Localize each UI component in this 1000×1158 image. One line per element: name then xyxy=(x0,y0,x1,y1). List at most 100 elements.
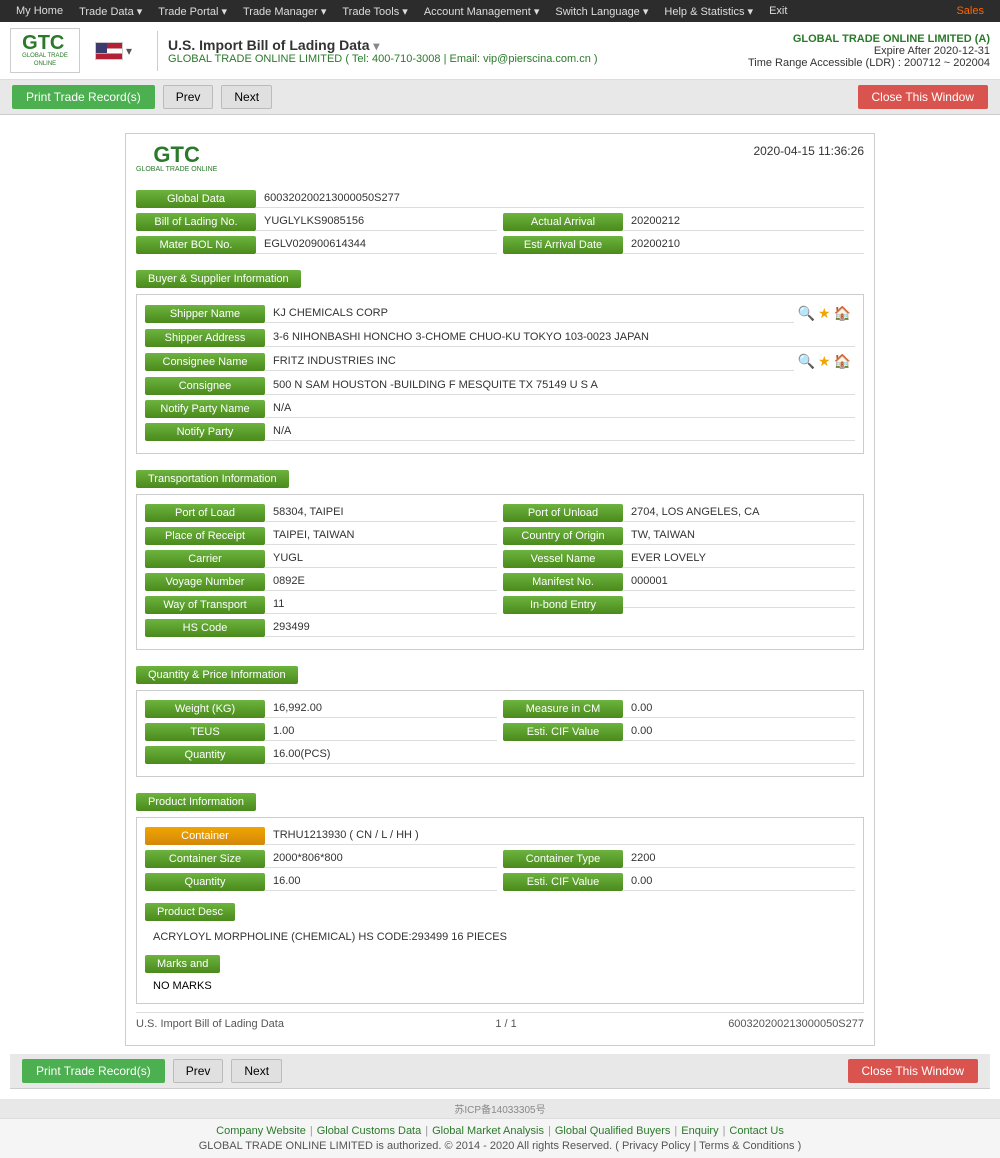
nav-trade-manager[interactable]: Trade Manager ▾ xyxy=(235,2,334,21)
footer-id: 600320200213000050S277 xyxy=(728,1018,864,1030)
way-transport-label: Way of Transport xyxy=(145,596,265,614)
hs-code-label: HS Code xyxy=(145,619,265,637)
mater-bol-label: Mater BOL No. xyxy=(136,236,256,254)
footer-page: 1 / 1 xyxy=(495,1018,516,1030)
notify-party-name-row: Notify Party Name N/A xyxy=(145,399,855,418)
logo-box: GTC GLOBAL TRADEONLINE xyxy=(10,28,80,73)
nav-trade-portal[interactable]: Trade Portal ▾ xyxy=(150,2,235,21)
nav-trade-data[interactable]: Trade Data ▾ xyxy=(71,2,150,21)
footer-link-market[interactable]: Global Market Analysis xyxy=(432,1125,544,1137)
consignee-icons: 🔍 ★ 🏠 xyxy=(794,351,855,372)
header-right: GLOBAL TRADE ONLINE LIMITED (A) Expire A… xyxy=(748,33,990,69)
footer-link-enquiry[interactable]: Enquiry xyxy=(681,1125,718,1137)
footer-link-customs[interactable]: Global Customs Data xyxy=(317,1125,422,1137)
voyage-row: Voyage Number 0892E Manifest No. 000001 xyxy=(145,572,855,591)
consignee-star-icon[interactable]: ★ xyxy=(818,353,831,370)
carrier-row: Carrier YUGL Vessel Name EVER LOVELY xyxy=(145,549,855,568)
main-content: GTC GLOBAL TRADE ONLINE 2020-04-15 11:36… xyxy=(0,115,1000,1099)
voyage-value: 0892E xyxy=(265,572,497,591)
marks-label: Marks and xyxy=(145,955,220,973)
bottom-print-button[interactable]: Print Trade Record(s) xyxy=(22,1059,165,1083)
port-unload-label: Port of Unload xyxy=(503,504,623,522)
shipper-address-value: 3-6 NIHONBASHI HONCHO 3-CHOME CHUO-KU TO… xyxy=(265,328,855,347)
bottom-next-button[interactable]: Next xyxy=(231,1059,282,1083)
container-size-row: Container Size 2000*806*800 Container Ty… xyxy=(145,849,855,868)
container-type-label: Container Type xyxy=(503,850,623,868)
footer-link-contact[interactable]: Contact Us xyxy=(729,1125,783,1137)
nav-sales[interactable]: Sales xyxy=(948,2,992,20)
notify-party-value: N/A xyxy=(265,422,855,441)
shipper-address-row: Shipper Address 3-6 NIHONBASHI HONCHO 3-… xyxy=(145,328,855,347)
voyage-label: Voyage Number xyxy=(145,573,265,591)
container-type-value: 2200 xyxy=(623,849,855,868)
footer-link-buyers[interactable]: Global Qualified Buyers xyxy=(555,1125,671,1137)
measure-cm-value: 0.00 xyxy=(623,699,855,718)
qty-price-section-header: Quantity & Price Information xyxy=(136,666,298,684)
bol-value: YUGLYLKS9085156 xyxy=(256,212,497,231)
bottom-close-button[interactable]: Close This Window xyxy=(848,1059,978,1083)
prev-button[interactable]: Prev xyxy=(163,85,214,109)
manifest-label: Manifest No. xyxy=(503,573,623,591)
home-icon[interactable]: 🏠 xyxy=(834,305,851,322)
port-load-value: 58304, TAIPEI xyxy=(265,503,497,522)
country-origin-value: TW, TAIWAN xyxy=(623,526,855,545)
record-footer: U.S. Import Bill of Lading Data 1 / 1 60… xyxy=(136,1012,864,1035)
nav-exit[interactable]: Exit xyxy=(761,2,795,21)
close-button[interactable]: Close This Window xyxy=(858,85,988,109)
consignee-name-label: Consignee Name xyxy=(145,353,265,371)
search-icon[interactable]: 🔍 xyxy=(798,305,815,322)
bottom-prev-button[interactable]: Prev xyxy=(173,1059,224,1083)
sep4: | xyxy=(674,1125,677,1137)
nav-account[interactable]: Account Management ▾ xyxy=(416,2,548,21)
consignee-name-value: FRITZ INDUSTRIES INC xyxy=(265,352,794,371)
hs-code-row: HS Code 293499 xyxy=(145,618,855,637)
quantity-value: 16.00(PCS) xyxy=(265,745,855,764)
port-load-label: Port of Load xyxy=(145,504,265,522)
record-card: GTC GLOBAL TRADE ONLINE 2020-04-15 11:36… xyxy=(125,133,875,1046)
bottom-toolbar: Print Trade Record(s) Prev Next Close Th… xyxy=(10,1054,990,1089)
nav-language[interactable]: Switch Language ▾ xyxy=(547,2,656,21)
nav-my-home[interactable]: My Home xyxy=(8,2,71,21)
bol-label: Bill of Lading No. xyxy=(136,213,256,231)
product-qty-value: 16.00 xyxy=(265,872,497,891)
sep3: | xyxy=(548,1125,551,1137)
notify-party-name-label: Notify Party Name xyxy=(145,400,265,418)
footer-links: Company Website | Global Customs Data | … xyxy=(6,1125,994,1137)
container-size-value: 2000*806*800 xyxy=(265,849,497,868)
way-transport-value: 11 xyxy=(265,595,497,614)
place-receipt-label: Place of Receipt xyxy=(145,527,265,545)
port-unload-value: 2704, LOS ANGELES, CA xyxy=(623,503,855,522)
footer-type: U.S. Import Bill of Lading Data xyxy=(136,1018,284,1030)
weight-row: Weight (KG) 16,992.00 Measure in CM 0.00 xyxy=(145,699,855,718)
star-icon[interactable]: ★ xyxy=(818,305,831,322)
record-logo: GTC GLOBAL TRADE ONLINE xyxy=(136,144,217,174)
nav-trade-tools[interactable]: Trade Tools ▾ xyxy=(334,2,415,21)
consignee-home-icon[interactable]: 🏠 xyxy=(834,353,851,370)
flag-arrow[interactable]: ▾ xyxy=(126,44,132,58)
logo-area: GTC GLOBAL TRADEONLINE ▾ xyxy=(10,28,168,73)
consignee-search-icon[interactable]: 🔍 xyxy=(798,353,815,370)
expire-date: Expire After 2020-12-31 xyxy=(748,45,990,57)
esti-arrival-value: 20200210 xyxy=(623,235,864,254)
sep1: | xyxy=(310,1125,313,1137)
next-button[interactable]: Next xyxy=(221,85,272,109)
us-flag xyxy=(95,42,123,60)
product-esti-cif-value: 0.00 xyxy=(623,872,855,891)
record-logo-gtc: GTC xyxy=(153,144,199,166)
logo-subtext: GLOBAL TRADEONLINE xyxy=(22,53,68,67)
flag-area: ▾ xyxy=(95,42,132,60)
container-size-label: Container Size xyxy=(145,850,265,868)
print-button[interactable]: Print Trade Record(s) xyxy=(12,85,155,109)
footer-link-company[interactable]: Company Website xyxy=(216,1125,306,1137)
ldr-range: Time Range Accessible (LDR) : 200712 ~ 2… xyxy=(748,57,990,69)
product-section-box: Container TRHU1213930 ( CN / L / HH ) Co… xyxy=(136,817,864,1004)
actual-arrival-value: 20200212 xyxy=(623,212,864,231)
quantity-row: Quantity 16.00(PCS) xyxy=(145,745,855,764)
esti-cif-value: 0.00 xyxy=(623,722,855,741)
vessel-name-label: Vessel Name xyxy=(503,550,623,568)
footer-copy: GLOBAL TRADE ONLINE LIMITED is authorize… xyxy=(6,1140,994,1152)
bol-row: Bill of Lading No. YUGLYLKS9085156 Actua… xyxy=(136,212,864,231)
notify-party-name-value: N/A xyxy=(265,399,855,418)
consignee-value: 500 N SAM HOUSTON -BUILDING F MESQUITE T… xyxy=(265,376,855,395)
nav-help[interactable]: Help & Statistics ▾ xyxy=(656,2,761,21)
